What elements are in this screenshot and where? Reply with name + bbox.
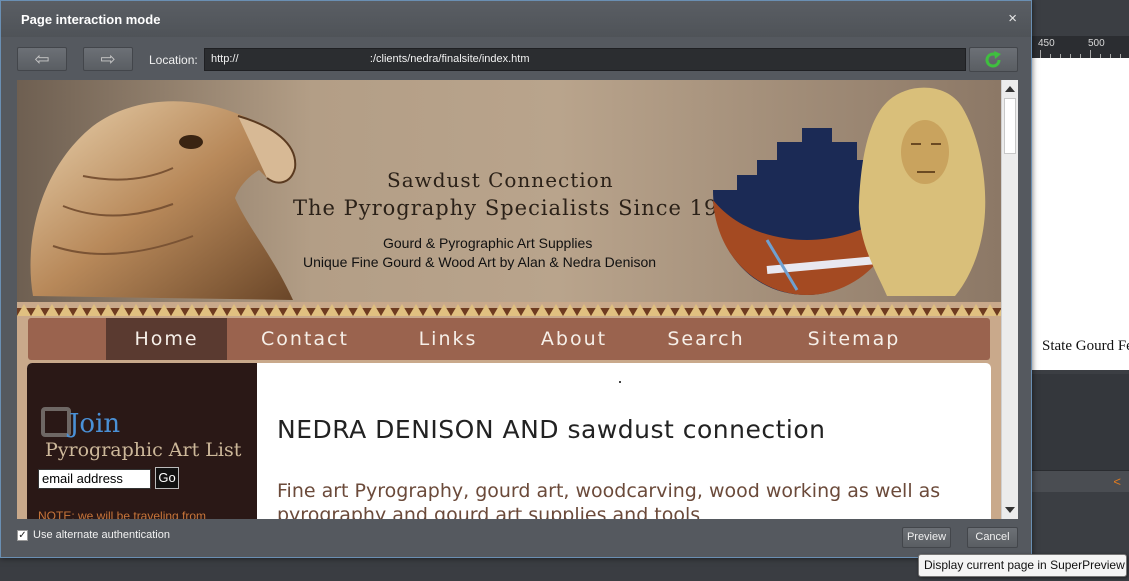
nav-home[interactable]: Home: [106, 318, 227, 360]
nav-links[interactable]: Links: [398, 318, 498, 360]
ruler-label: 450: [1038, 38, 1055, 49]
website: Sawdust Connection The Pyrography Specia…: [17, 80, 1001, 519]
refresh-icon: [985, 51, 1001, 68]
nav-sitemap[interactable]: Sitemap: [786, 318, 922, 360]
sidebar: Join Pyrographic Art List email address …: [27, 363, 257, 519]
zigzag-border: [17, 304, 1001, 316]
cancel-button[interactable]: Cancel: [967, 527, 1018, 548]
go-button[interactable]: Go: [155, 467, 179, 489]
site-nav: Home Contact Links About Search Sitemap: [28, 318, 990, 360]
scroll-thumb[interactable]: [1004, 98, 1016, 154]
close-icon[interactable]: ×: [1008, 10, 1017, 27]
email-input[interactable]: email address: [38, 469, 151, 489]
scroll-up-icon[interactable]: [1005, 86, 1015, 92]
panel-bar: <: [1032, 470, 1129, 492]
sidebar-note: NOTE: we will be traveling from: [38, 509, 207, 519]
join-logo-icon: [41, 407, 71, 437]
document-text: State Gourd Fe: [1042, 338, 1129, 354]
banner-subtitle: The Pyrography Specialists Since 1999!: [293, 196, 757, 220]
alt-auth-label: Use alternate authentication: [33, 529, 170, 541]
arrow-right-icon: ⇨: [100, 49, 116, 69]
location-input[interactable]: http:// :/clients/nedra/finalsite/index.…: [204, 48, 966, 71]
chevron-left-icon[interactable]: <: [1113, 474, 1121, 489]
tooltip: Display current page in SuperPreview: [918, 554, 1127, 577]
nav-search[interactable]: Search: [646, 318, 766, 360]
arrow-left-icon: ⇦: [34, 49, 50, 69]
list-title: Pyrographic Art List: [45, 439, 242, 461]
scroll-down-icon[interactable]: [1005, 507, 1015, 513]
dialog-title: Page interaction mode: [21, 12, 161, 27]
preview-button[interactable]: Preview: [902, 527, 951, 548]
page-interaction-dialog: Page interaction mode × ⇦ ⇨ Location: ht…: [0, 0, 1032, 558]
page-heading: NEDRA DENISON AND sawdust connection: [277, 415, 826, 444]
page-viewport[interactable]: Sawdust Connection The Pyrography Specia…: [17, 80, 1018, 519]
ruler: 450 500: [1032, 36, 1129, 58]
side-panel: [1032, 374, 1129, 470]
intro-paragraph: Fine art Pyrography, gourd art, woodcarv…: [277, 480, 941, 519]
banner-title: Sawdust Connection: [387, 168, 614, 192]
banner-tagline: Gourd & Pyrographic Art Supplies: [383, 235, 593, 251]
back-button[interactable]: ⇦: [17, 47, 67, 71]
nav-contact[interactable]: Contact: [240, 318, 370, 360]
background-app: 450 500 State Gourd Fe <: [1032, 0, 1129, 581]
vertical-scrollbar[interactable]: [1001, 80, 1018, 519]
eagle-artwork-icon: [30, 101, 297, 300]
content-area: Join Pyrographic Art List email address …: [27, 363, 991, 519]
banner-tagline: Unique Fine Gourd & Wood Art by Alan & N…: [303, 254, 657, 270]
ruler-label: 500: [1088, 38, 1105, 49]
location-label: Location:: [149, 53, 198, 67]
separator-dot: [619, 381, 621, 383]
alt-auth-checkbox[interactable]: ✓: [17, 530, 28, 541]
refresh-button[interactable]: [969, 47, 1018, 72]
document-canvas[interactable]: State Gourd Fe: [1032, 58, 1129, 370]
dialog-titlebar: Page interaction mode ×: [1, 1, 1031, 37]
join-heading: Join: [69, 409, 121, 439]
site-banner: Sawdust Connection The Pyrography Specia…: [17, 80, 1001, 302]
carved-figure-artwork-icon: [858, 87, 986, 296]
forward-button[interactable]: ⇨: [83, 47, 133, 71]
nav-about[interactable]: About: [514, 318, 634, 360]
